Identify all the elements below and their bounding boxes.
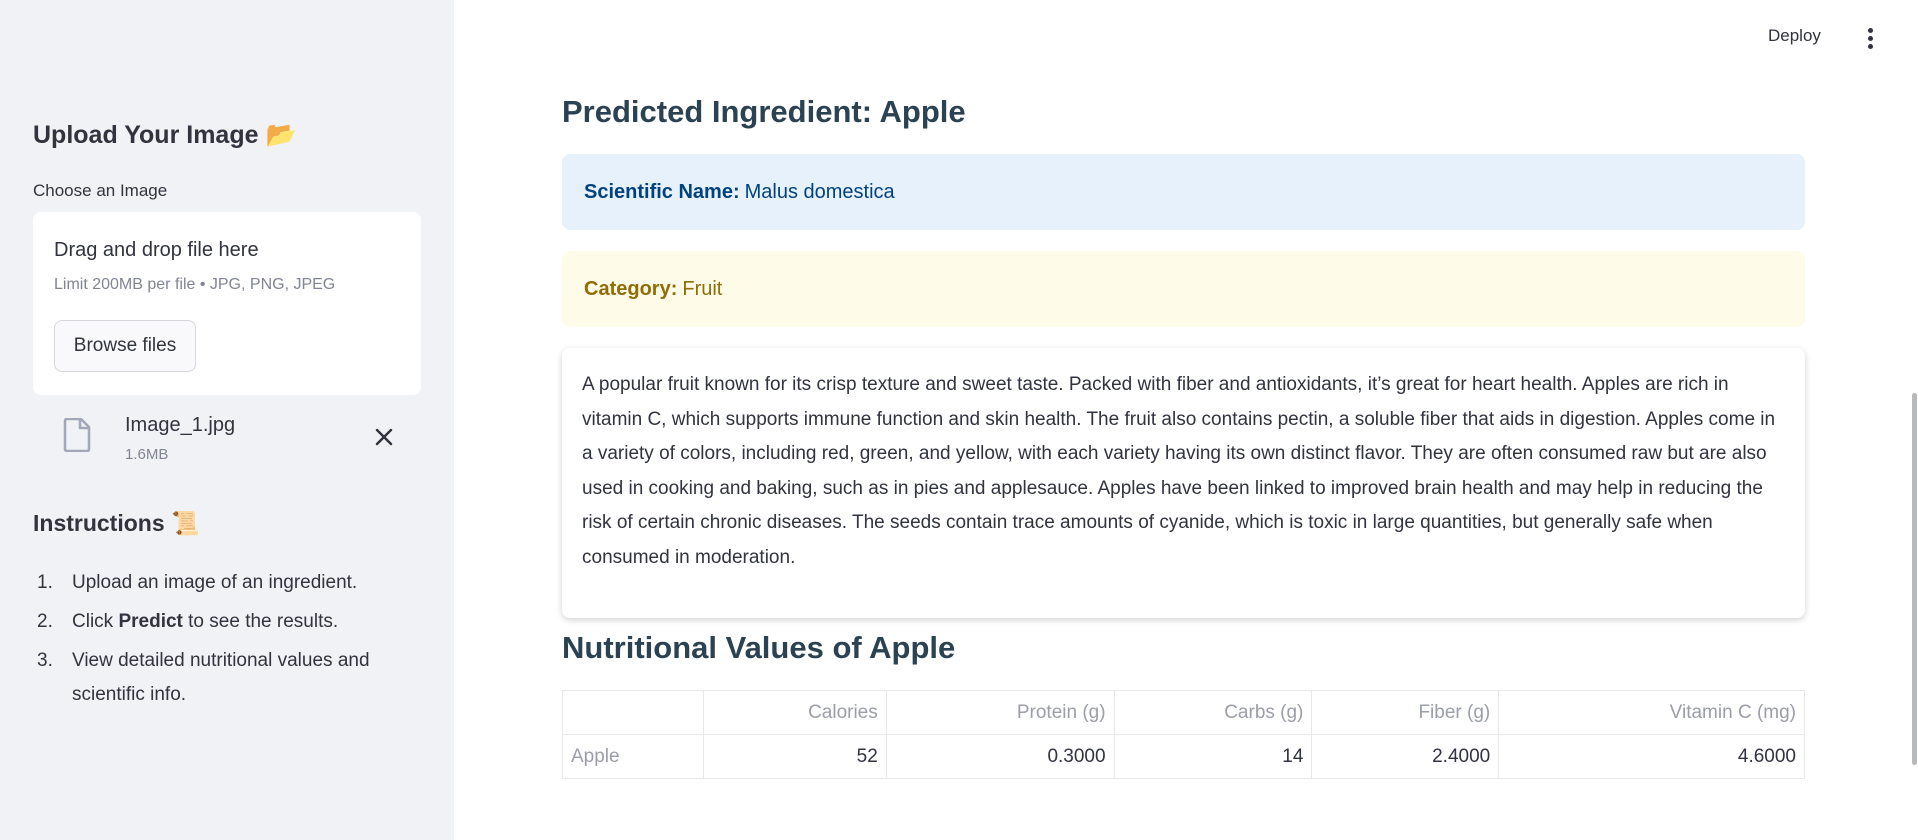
instruction-number: 2. [37, 611, 53, 632]
instructions-list: 1. Upload an image of an ingredient. 2. … [33, 566, 421, 717]
deploy-button[interactable]: Deploy [1768, 26, 1821, 46]
instruction-text: Upload an image of an ingredient. [72, 572, 358, 593]
table-header-vitamin-c[interactable]: Vitamin C (mg) [1498, 690, 1805, 735]
table-header-index [562, 690, 704, 735]
predicted-ingredient-title: Predicted Ingredient: Apple [562, 94, 966, 129]
instruction-item: 2. Click Predict to see the results. [33, 605, 421, 639]
category-value: Fruit [682, 277, 723, 300]
nutrition-table[interactable]: Calories Protein (g) Carbs (g) Fiber (g)… [562, 690, 1805, 779]
sidebar: Upload Your Image 📂 Choose an Image Drag… [0, 0, 454, 840]
table-cell-vitamin-c[interactable]: 4.6000 [1498, 734, 1805, 779]
file-size: 1.6MB [125, 446, 169, 463]
description-text: A popular fruit known for its crisp text… [582, 374, 1776, 568]
main-scrollbar-thumb[interactable] [1912, 393, 1917, 765]
nutrition-title: Nutritional Values of Apple [562, 630, 956, 665]
instruction-text: Click [72, 611, 119, 632]
table-cell-calories[interactable]: 52 [702, 734, 887, 779]
instruction-item: 3. View detailed nutritional values and … [33, 644, 421, 712]
table-header-row: Calories Protein (g) Carbs (g) Fiber (g)… [562, 690, 1805, 735]
file-uploader-label: Choose an Image [33, 181, 168, 200]
scientific-name-alert: Scientific Name: Malus domestica [562, 154, 1805, 230]
close-icon[interactable] [371, 424, 397, 450]
scientific-name-value: Malus domestica [744, 180, 895, 203]
uploaded-file-item: Image_1.jpg 1.6MB [33, 410, 421, 470]
category-alert: Category: Fruit [562, 251, 1805, 327]
instruction-number: 3. [37, 650, 53, 671]
scientific-name-label: Scientific Name: [584, 180, 740, 203]
scroll-icon: 📜 [171, 510, 200, 536]
table-row: Apple 52 0.3000 14 2.4000 4.6000 [562, 734, 1805, 779]
instruction-item: 1. Upload an image of an ingredient. [33, 566, 421, 600]
instruction-text-after: to see the results. [182, 611, 339, 632]
file-dropzone[interactable]: Drag and drop file here Limit 200MB per … [33, 212, 421, 395]
folder-icon: 📂 [265, 121, 297, 149]
table-cell-protein[interactable]: 0.3000 [885, 734, 1115, 779]
file-name: Image_1.jpg [125, 414, 236, 436]
table-header-carbs[interactable]: Carbs (g) [1113, 690, 1313, 735]
instructions-title-text: Instructions [33, 510, 165, 536]
description-card: A popular fruit known for its crisp text… [562, 348, 1805, 618]
instruction-emphasis: Predict [118, 611, 183, 632]
file-icon [63, 418, 91, 452]
instructions-title: Instructions 📜 [33, 510, 200, 537]
dropzone-limit: Limit 200MB per file • JPG, PNG, JPEG [54, 276, 336, 293]
table-cell-carbs[interactable]: 14 [1113, 734, 1313, 779]
instruction-text: View detailed nutritional values and sci… [72, 650, 370, 705]
kebab-menu-icon[interactable] [1862, 26, 1878, 52]
upload-title: Upload Your Image 📂 [33, 121, 297, 150]
browse-files-button[interactable]: Browse files [54, 320, 196, 372]
table-header-protein[interactable]: Protein (g) [885, 690, 1115, 735]
category-label: Category: [584, 277, 678, 300]
table-header-calories[interactable]: Calories [702, 690, 887, 735]
table-cell-fiber[interactable]: 2.4000 [1311, 734, 1500, 779]
table-row-label: Apple [562, 734, 704, 779]
table-header-fiber[interactable]: Fiber (g) [1311, 690, 1500, 735]
dropzone-title: Drag and drop file here [54, 239, 259, 261]
upload-title-text: Upload Your Image [33, 121, 259, 149]
instruction-number: 1. [37, 572, 53, 593]
